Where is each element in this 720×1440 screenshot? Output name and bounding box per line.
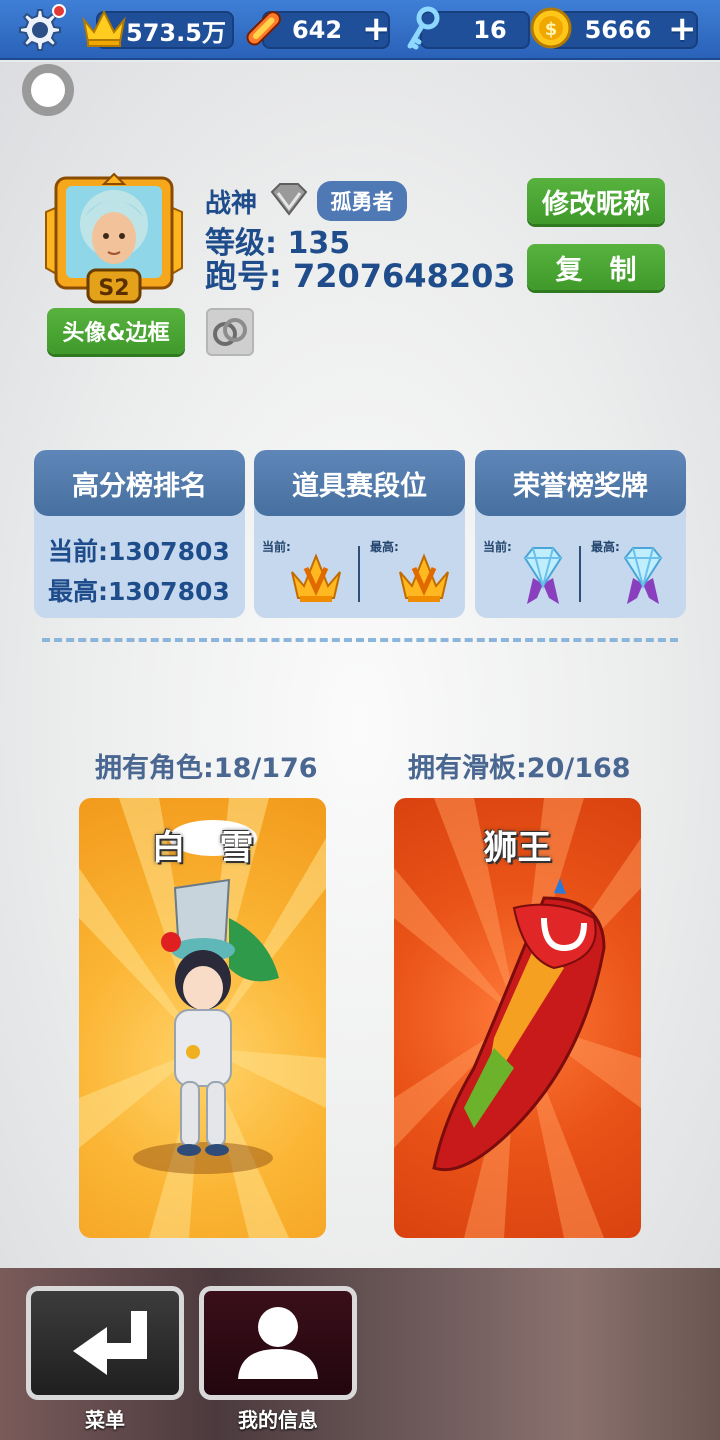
honor-card[interactable]: 荣誉榜奖牌 当前: 最高: [475, 450, 686, 618]
honor-best-label: 最高: [591, 540, 620, 554]
coin-icon: $ [530, 7, 572, 49]
owned-characters-label: 拥有角色:18/176 [95, 753, 318, 784]
rings-button[interactable] [206, 308, 254, 356]
card-divider [579, 546, 581, 602]
return-arrow-icon [73, 1311, 147, 1375]
title-badge: 孤勇者 [317, 181, 407, 221]
coin-count: 5666 [584, 16, 652, 44]
menu-button[interactable] [26, 1286, 184, 1400]
menu-label: 菜单 [85, 1408, 125, 1432]
svg-text:$: $ [545, 19, 558, 40]
board-showcase[interactable]: 狮王 [394, 798, 641, 1238]
season-badge: S2 [98, 276, 129, 301]
rename-button[interactable]: 修改昵称 [527, 178, 665, 224]
item-race-best-label: 最高: [370, 540, 399, 554]
player-id-value: 7207648203 [292, 257, 516, 295]
skateboard-count: 642 [291, 16, 343, 44]
honor-current-label: 当前: [483, 540, 512, 554]
user-icon [238, 1307, 318, 1379]
crown-count: 573.5万 [126, 18, 226, 47]
character-name: 白 雪 [151, 828, 254, 868]
leaderboard-card[interactable]: 高分榜排名 当前:1307803 最高:1307803 [34, 450, 245, 618]
avatar[interactable]: S2 [40, 172, 188, 308]
leaderboard-best: 最高:1307803 [48, 577, 230, 606]
currency-bar: 573.5万 642 + 16 5666 $ + [0, 0, 720, 60]
skateboard-icon [246, 11, 281, 46]
my-info-label: 我的信息 [238, 1408, 318, 1432]
section-divider [42, 638, 678, 642]
bottom-nav: 菜单 我的信息 [0, 1268, 720, 1440]
board-name: 狮王 [483, 828, 552, 868]
key-icon [407, 6, 440, 50]
diamond-rank-icon [270, 183, 308, 216]
diamond-medal-icon [523, 547, 563, 604]
character-showcase[interactable]: 白 雪 [79, 798, 326, 1238]
item-race-current-label: 当前: [262, 540, 291, 554]
add-coins-button[interactable]: + [668, 12, 697, 46]
player-id-label: 跑号: [205, 257, 282, 295]
player-id-row: 跑号: 7207648203 [205, 251, 516, 297]
crown-icon [82, 9, 126, 47]
leaderboard-title: 高分榜排名 [34, 450, 245, 516]
gold-rank-medal-best-icon [399, 553, 449, 602]
add-skateboards-button[interactable]: + [362, 12, 391, 46]
leaderboard-current: 当前:1307803 [48, 537, 230, 566]
gold-rank-medal-icon [291, 553, 341, 602]
avatar-frame-button[interactable]: 头像&边框 [47, 308, 185, 354]
loading-indicator [22, 64, 74, 116]
player-name: 战神 [205, 189, 258, 219]
diamond-medal-best-icon [623, 547, 663, 604]
owned-boards-label: 拥有滑板:20/168 [408, 753, 631, 784]
rings-icon [213, 318, 247, 346]
item-race-title: 道具赛段位 [254, 450, 465, 516]
my-info-button[interactable] [199, 1286, 357, 1400]
card-divider [358, 546, 360, 602]
copy-id-button[interactable]: 复 制 [527, 244, 665, 290]
honor-title: 荣誉榜奖牌 [475, 450, 686, 516]
key-count: 16 [473, 16, 507, 44]
notification-dot [52, 4, 66, 18]
item-race-card[interactable]: 道具赛段位 当前: 最高: [254, 450, 465, 618]
